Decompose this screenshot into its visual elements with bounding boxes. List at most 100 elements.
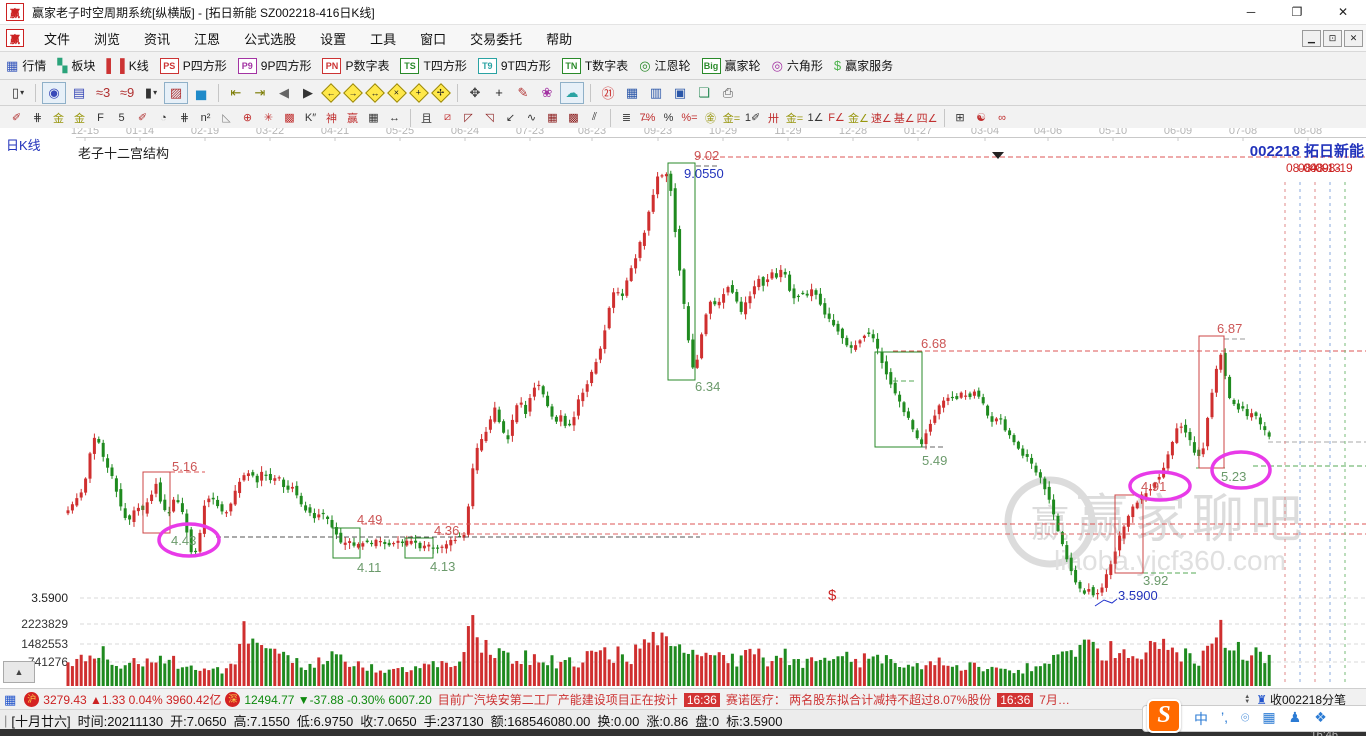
- save-icon[interactable]: ▣: [669, 83, 691, 103]
- printer-icon[interactable]: ⎙: [717, 83, 739, 103]
- hand-tool[interactable]: ✥: [464, 83, 486, 103]
- p-square-button[interactable]: PSP四方形: [160, 57, 227, 74]
- fan-shade-tool[interactable]: ◸: [459, 108, 478, 127]
- scroll-up-button[interactable]: ▲: [3, 661, 35, 683]
- grid-a-tool[interactable]: ▦: [543, 108, 562, 127]
- diamond-lr-button[interactable]: ↔: [365, 83, 385, 103]
- arrow-line-tool[interactable]: ↙: [501, 108, 520, 127]
- taichi-tool[interactable]: ☯: [972, 108, 991, 127]
- star-tool[interactable]: ✳: [259, 108, 278, 127]
- net-tool[interactable]: ▩: [280, 108, 299, 127]
- diamond-left-button[interactable]: ←: [321, 83, 341, 103]
- compass-tool[interactable]: ◔: [154, 108, 173, 127]
- percent-tool[interactable]: %: [659, 108, 678, 127]
- menu-文件[interactable]: 文件: [32, 29, 82, 48]
- gold-circle-tool[interactable]: ㊎: [701, 108, 720, 127]
- first-page-button[interactable]: ⇤: [225, 83, 247, 103]
- menu-浏览[interactable]: 浏览: [82, 29, 132, 48]
- gann-box-tool[interactable]: 且: [417, 108, 436, 127]
- calendar-icon[interactable]: ㉑: [597, 83, 619, 103]
- menu-资讯[interactable]: 资讯: [132, 29, 182, 48]
- sectors-button[interactable]: ▚板块: [57, 57, 95, 74]
- prev-button[interactable]: ◀: [273, 83, 295, 103]
- four-angle-tool[interactable]: 四∠: [917, 108, 938, 127]
- gold-grid-tool[interactable]: 金: [49, 108, 68, 127]
- ruler-grid-tool[interactable]: ⋕: [175, 108, 194, 127]
- diamond-cross-button[interactable]: ✢: [431, 83, 451, 103]
- red-brush-tool[interactable]: ✐: [133, 108, 152, 127]
- grid123-tool[interactable]: ▦: [364, 108, 383, 127]
- news-ticker[interactable]: 目前广汽埃安第二工厂产能建设项目正在按计16:36赛诺医疗： 两名股东拟合计减持…: [438, 691, 1244, 708]
- wave-3-icon[interactable]: ≈3: [92, 83, 114, 103]
- hrange-tool[interactable]: ↔: [385, 108, 404, 127]
- pct-line-tool[interactable]: 7̶%: [638, 108, 657, 127]
- bars-tool[interactable]: ≣: [617, 108, 636, 127]
- ime-keyboard-icon[interactable]: ▦: [1262, 709, 1275, 729]
- menu-窗口[interactable]: 窗口: [408, 29, 458, 48]
- one-angle-tool[interactable]: 1∠: [806, 108, 825, 127]
- flag-pen-tool[interactable]: 1✐: [743, 108, 762, 127]
- menu-公式选股[interactable]: 公式选股: [232, 29, 308, 48]
- maximize-button[interactable]: ❐: [1274, 1, 1320, 23]
- diamond-plus-button[interactable]: +: [409, 83, 429, 103]
- crosshair-tool[interactable]: +: [488, 83, 510, 103]
- menu-江恩[interactable]: 江恩: [182, 29, 232, 48]
- minimize-button[interactable]: ─: [1228, 1, 1274, 23]
- p-table-button[interactable]: PNP数字表: [322, 57, 389, 74]
- sogou-logo-icon[interactable]: S: [1147, 699, 1181, 733]
- f-grid-tool[interactable]: F: [91, 108, 110, 127]
- chart-area[interactable]: 12-1501-1402-1903-2204-2105-2506-2407-23…: [0, 128, 1366, 688]
- hexagon-button[interactable]: ◎六角形: [772, 57, 823, 74]
- infinity-tool[interactable]: ∞: [993, 108, 1012, 127]
- ticker-news-item[interactable]: 赛诺医疗： 两名股东拟合计减持不超过8.07%股份: [726, 691, 991, 708]
- brush-tool[interactable]: ✐: [7, 108, 26, 127]
- candle-type-dropdown[interactable]: ▮▾: [140, 83, 162, 103]
- mdi-close-button[interactable]: ✕: [1344, 30, 1363, 47]
- pattern-icon[interactable]: ▨: [164, 82, 188, 104]
- menu-帮助[interactable]: 帮助: [534, 29, 584, 48]
- shen-tool[interactable]: 神: [322, 108, 341, 127]
- angle-tool[interactable]: ◺: [217, 108, 236, 127]
- 9t-square-button[interactable]: T99T四方形: [478, 57, 551, 74]
- gann-grid-tool[interactable]: ⋕: [28, 108, 47, 127]
- kline-style-dropdown[interactable]: ▯▾: [7, 83, 29, 103]
- curve-chart-icon[interactable]: ◉: [42, 82, 66, 104]
- grid-b-tool[interactable]: ▩: [564, 108, 583, 127]
- parallel-tool[interactable]: ⫽: [585, 108, 604, 127]
- fan-tool[interactable]: ⧄: [438, 108, 457, 127]
- five-grid-tool[interactable]: 5: [112, 108, 131, 127]
- last-page-button[interactable]: ⇥: [249, 83, 271, 103]
- gold-angle-tool[interactable]: 金∠: [848, 108, 869, 127]
- next-button[interactable]: ▶: [297, 83, 319, 103]
- grid-yellow-tool[interactable]: ⊞: [951, 108, 970, 127]
- ime-mic-icon[interactable]: ⌾: [1241, 709, 1249, 729]
- gold-line2-tool[interactable]: 金=: [785, 108, 804, 127]
- diamond-x-button[interactable]: ×: [387, 83, 407, 103]
- f-angle-tool[interactable]: F∠: [827, 108, 846, 127]
- ticker-time-badge[interactable]: 16:36: [684, 693, 720, 707]
- close-button[interactable]: ✕: [1320, 1, 1366, 23]
- speed-angle-tool[interactable]: 速∠: [871, 108, 892, 127]
- target-tool[interactable]: ⊕: [238, 108, 257, 127]
- ticker-time-badge[interactable]: 16:36: [997, 693, 1033, 707]
- ime-menu-icon[interactable]: ❖: [1314, 709, 1327, 729]
- gold-line-tool[interactable]: 金=: [722, 108, 741, 127]
- pencil-tool[interactable]: ✎: [512, 83, 534, 103]
- cloud-tool[interactable]: ☁: [560, 82, 584, 104]
- menu-工具[interactable]: 工具: [358, 29, 408, 48]
- t-table-button[interactable]: TNT数字表: [562, 57, 628, 74]
- percent-eq-tool[interactable]: %=: [680, 108, 699, 127]
- k2-tool[interactable]: K″: [301, 108, 320, 127]
- zigzag-tool[interactable]: ∿: [522, 108, 541, 127]
- n2-tool[interactable]: n²: [196, 108, 215, 127]
- menu-交易委托[interactable]: 交易委托: [458, 29, 534, 48]
- 9p-square-button[interactable]: P99P四方形: [238, 57, 312, 74]
- winner-service-button[interactable]: $赢家服务: [834, 57, 893, 74]
- red-grid-tool[interactable]: 卅: [764, 108, 783, 127]
- t-square-button[interactable]: TST四方形: [400, 57, 466, 74]
- ime-skin-icon[interactable]: ♟: [1289, 709, 1302, 729]
- winner-wheel-button[interactable]: Big赢家轮: [702, 57, 761, 74]
- wave-9-icon[interactable]: ≈9: [116, 83, 138, 103]
- quote-grid-icon[interactable]: ▦: [4, 692, 16, 708]
- quotes-button[interactable]: ▦行情: [6, 57, 46, 74]
